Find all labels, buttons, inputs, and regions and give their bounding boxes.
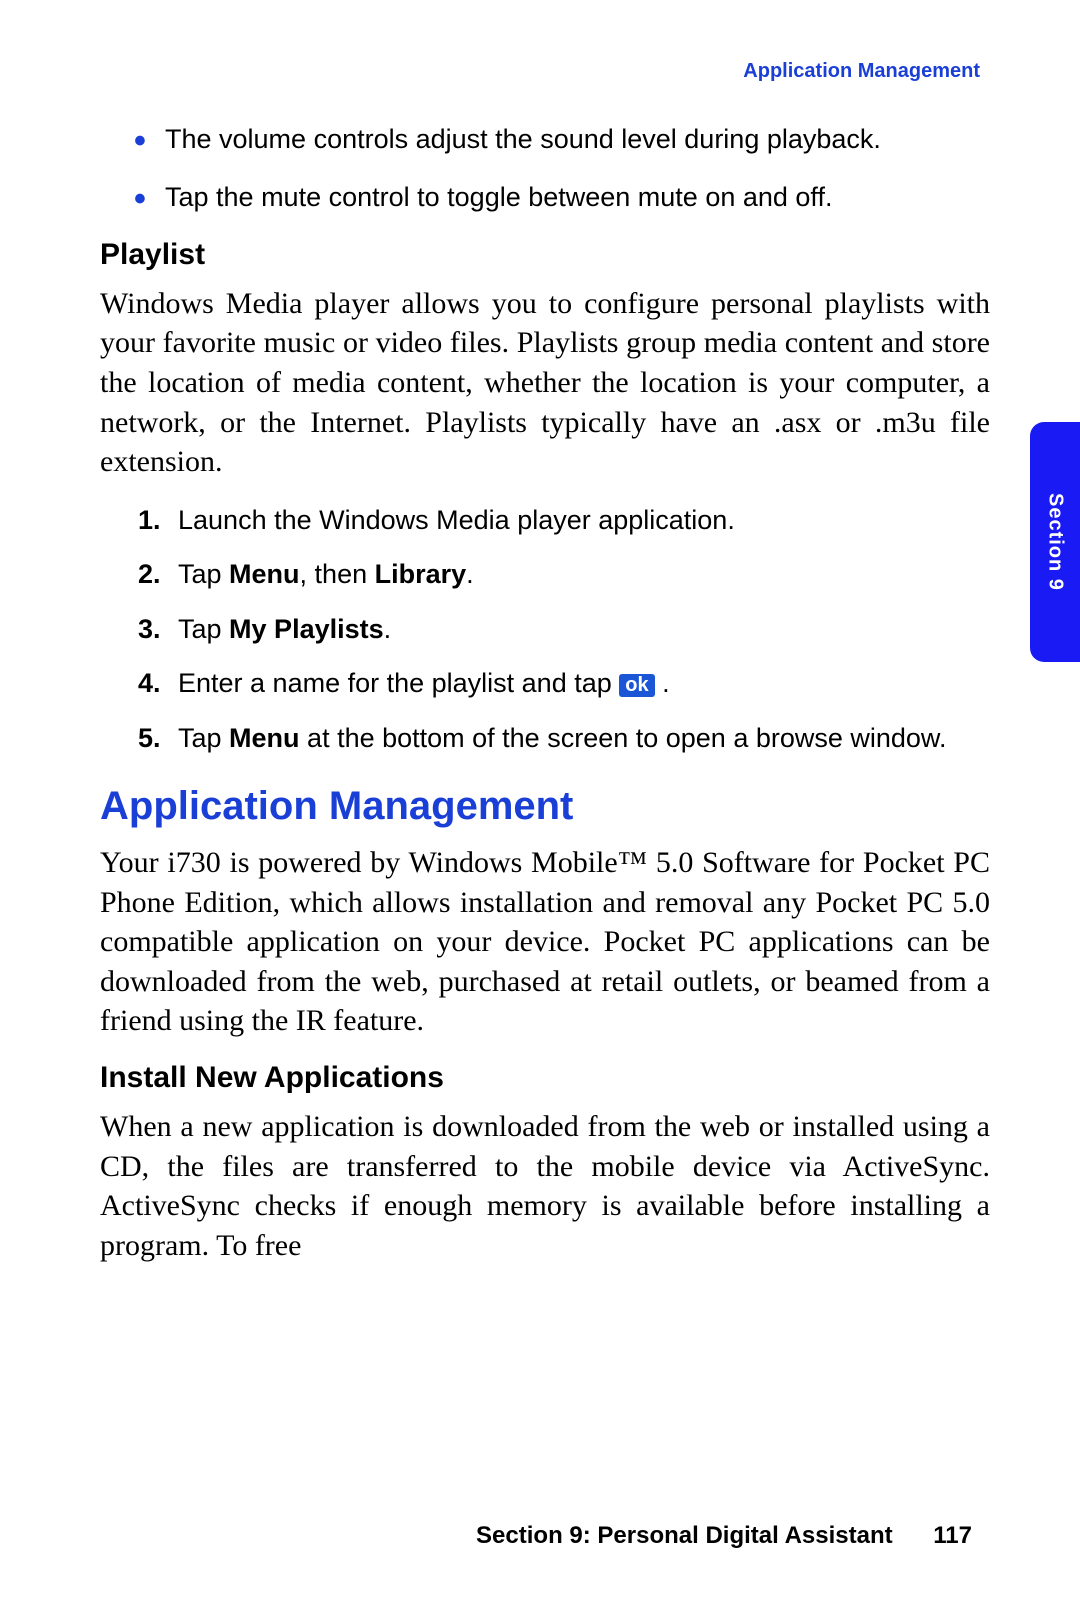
step-item: Enter a name for the playlist and tap ok…	[100, 665, 990, 701]
ok-icon: ok	[619, 674, 654, 697]
page-content: Application Management The volume contro…	[0, 0, 1080, 1622]
step-text: .	[466, 559, 474, 589]
install-heading: Install New Applications	[100, 1061, 990, 1095]
step-text: Enter a name for the playlist and tap	[178, 668, 619, 698]
section-tab: Section 9	[1030, 422, 1080, 662]
page-footer: Section 9: Personal Digital Assistant 11…	[476, 1522, 972, 1550]
step-text: Tap	[178, 723, 229, 753]
step-text: at the bottom of the screen to open a br…	[300, 723, 947, 753]
step-bold: Menu	[229, 723, 300, 753]
step-text: .	[655, 668, 670, 698]
intro-bullets: The volume controls adjust the sound lev…	[100, 121, 990, 216]
bullet-item: Tap the mute control to toggle between m…	[100, 179, 990, 215]
step-text: Tap	[178, 559, 229, 589]
playlist-paragraph: Windows Media player allows you to confi…	[100, 284, 990, 482]
step-bold: My Playlists	[229, 614, 384, 644]
running-header: Application Management	[100, 60, 990, 83]
footer-section: Section 9: Personal Digital Assistant	[476, 1522, 893, 1549]
playlist-steps: Launch the Windows Media player applicat…	[100, 502, 990, 756]
step-bold: Library	[375, 559, 467, 589]
step-item: Launch the Windows Media player applicat…	[100, 502, 990, 538]
step-item: Tap Menu, then Library.	[100, 556, 990, 592]
step-text: , then	[300, 559, 375, 589]
install-paragraph: When a new application is downloaded fro…	[100, 1107, 990, 1265]
appmgmt-paragraph: Your i730 is powered by Windows Mobile™ …	[100, 843, 990, 1041]
page-number: 117	[933, 1522, 972, 1549]
step-bold: Menu	[229, 559, 300, 589]
step-text: Tap	[178, 614, 229, 644]
step-text: .	[384, 614, 392, 644]
step-item: Tap My Playlists.	[100, 611, 990, 647]
step-item: Tap Menu at the bottom of the screen to …	[100, 720, 990, 756]
bullet-item: The volume controls adjust the sound lev…	[100, 121, 990, 157]
section-tab-label: Section 9	[1044, 493, 1067, 591]
playlist-heading: Playlist	[100, 238, 990, 272]
appmgmt-heading: Application Management	[100, 784, 990, 829]
